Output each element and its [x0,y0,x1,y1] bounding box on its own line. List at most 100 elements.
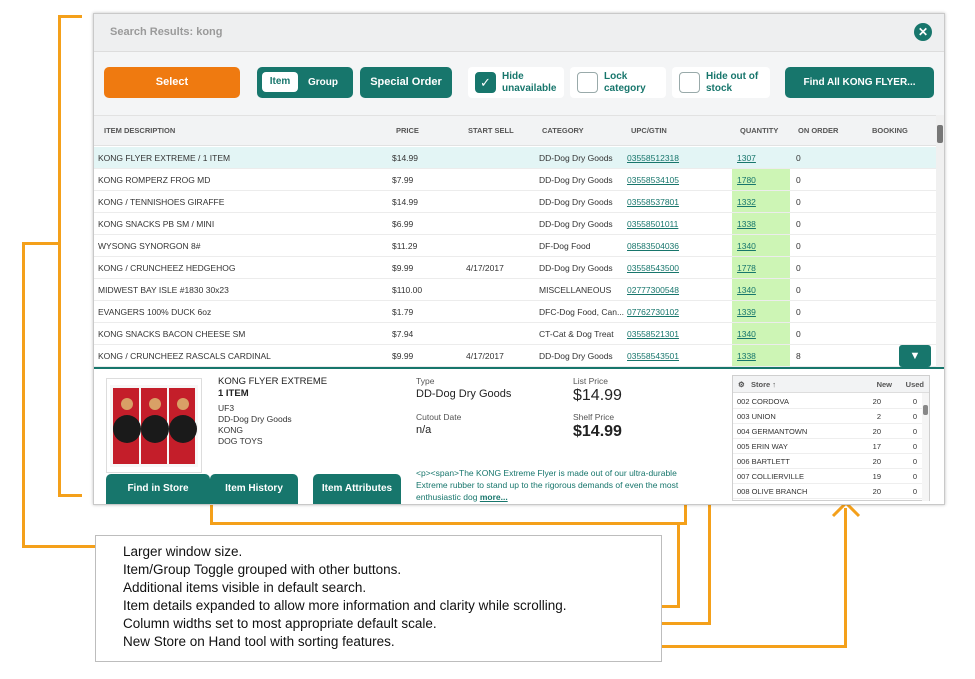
lock-category-checkbox[interactable] [577,72,598,93]
table-row[interactable]: KONG ROMPERZ FROG MD $7.99 DD-Dog Dry Good… [94,169,936,191]
upc-link[interactable]: 07762730102 [627,307,717,317]
on-order-value: 0 [796,307,801,317]
store-used-count: 0 [912,457,917,466]
table-row[interactable]: EVANGERS 100% DUCK 6oz $1.79 DFC-Dog Food,… [94,301,936,323]
col-header-price[interactable]: PRICE [396,126,419,135]
table-row[interactable]: KONG SNACKS PB SM / MINI $6.99 DD-Dog Dry … [94,213,936,235]
col-header-description[interactable]: ITEM DESCRIPTION [104,126,175,135]
toggle-item[interactable]: Item [262,72,298,92]
scrollbar-thumb[interactable] [923,405,928,415]
store-row[interactable]: 008 OLIVE BRANCH 20 0 [733,484,923,499]
lock-category-label: Lock category [604,71,646,94]
item-price: $9.99 [392,263,414,273]
store-row[interactable]: 004 GERMANTOWN 20 0 [733,424,923,439]
upc-link[interactable]: 03558501011 [627,219,717,229]
table-row[interactable]: KONG / CRUNCHEEZ RASCALS CARDINAL $9.99 4/… [94,345,936,367]
lock-category-option[interactable]: Lock category [570,67,666,98]
table-row[interactable]: KONG / CRUNCHEEZ HEDGEHOG $9.99 4/17/2017 D… [94,257,936,279]
item-category: CT-Cat & Dog Treat [539,329,614,339]
scroll-down-icon[interactable]: ▼ [899,345,931,367]
product-quantity: 1 ITEM [218,388,249,399]
col-header-on-order[interactable]: ON ORDER [798,126,838,135]
quantity-link[interactable]: 1780 [737,175,787,185]
store-row[interactable]: 007 COLLIERVILLE 19 0 [733,469,923,484]
hide-out-of-stock-option[interactable]: Hide out of stock [672,67,770,98]
on-order-value: 0 [796,219,801,229]
upc-link[interactable]: 03558512318 [627,153,717,163]
store-sort-header[interactable]: Store ↑ [751,380,776,389]
used-sort-header[interactable]: Used [906,380,924,389]
quantity-link[interactable]: 1338 [737,219,787,229]
table-row[interactable]: KONG / TENNISHOES GIRAFFE $14.99 DD-Dog Dr… [94,191,936,213]
quantity-link[interactable]: 1339 [737,307,787,317]
store-row[interactable]: 002 CORDOVA 20 0 [733,394,923,409]
upc-link[interactable]: 03558534105 [627,175,717,185]
quantity-link[interactable]: 1340 [737,329,787,339]
find-in-store-button[interactable]: Find in Store [106,474,210,504]
store-name: 006 BARTLETT [737,457,790,466]
search-results-window: Search Results: kong ✕ Select Item Group… [93,13,945,505]
on-order-value: 0 [796,241,801,251]
shelf-price-value: $14.99 [573,423,622,440]
upc-link[interactable]: 03558543501 [627,351,717,361]
item-category: DF-Dog Food [539,241,591,251]
on-order-value: 0 [796,153,801,163]
item-history-button[interactable]: Item History [210,474,298,504]
col-header-category[interactable]: CATEGORY [542,126,584,135]
on-order-value: 0 [796,285,801,295]
store-new-count: 19 [872,472,881,481]
upc-link[interactable]: 02777300548 [627,285,717,295]
store-used-count: 0 [912,472,917,481]
quantity-link[interactable]: 1778 [737,263,787,273]
special-order-button[interactable]: Special Order [360,67,452,98]
settings-icon[interactable]: ⚙ [738,380,745,389]
toolbar: Select Item Group Special Order ✓ Hide u… [94,53,944,115]
store-name: 003 UNION [737,412,776,421]
table-row[interactable]: WYSONG SYNORGON 8# $11.29 DF-Dog Food 08583… [94,235,936,257]
quantity-link[interactable]: 1340 [737,285,787,295]
hide-out-of-stock-checkbox[interactable] [679,72,700,93]
store-scrollbar[interactable] [922,393,929,501]
store-on-hand-panel: ⚙ Store ↑ New Used 002 CORDOVA 20 0 003 UNI… [732,375,930,501]
store-table-header: ⚙ Store ↑ New Used [733,376,929,393]
upc-link[interactable]: 03558537801 [627,197,717,207]
annotation-line [58,15,82,18]
new-sort-header[interactable]: New [877,380,892,389]
find-all-button[interactable]: Find All KONG FLYER... [785,67,934,98]
hide-unavailable-option[interactable]: ✓ Hide unavailable [468,67,564,98]
store-row[interactable]: 006 BARTLETT 20 0 [733,454,923,469]
toggle-group[interactable]: Group [308,67,338,98]
quantity-link[interactable]: 1340 [737,241,787,251]
table-row[interactable]: MIDWEST BAY ISLE #1830 30x23 $110.00 MISCE… [94,279,936,301]
item-group-toggle[interactable]: Item Group [257,67,353,98]
quantity-link[interactable]: 1307 [737,153,787,163]
upc-link[interactable]: 08583504036 [627,241,717,251]
item-attributes-button[interactable]: Item Attributes [313,474,401,504]
store-row[interactable]: 005 ERIN WAY 17 0 [733,439,923,454]
select-button[interactable]: Select [104,67,240,98]
item-price: $9.99 [392,351,414,361]
store-row[interactable]: 003 UNION 2 0 [733,409,923,424]
upc-link[interactable]: 03558521301 [627,329,717,339]
upc-link[interactable]: 03558543500 [627,263,717,273]
col-header-start-sell[interactable]: START SELL [468,126,514,135]
quantity-link[interactable]: 1338 [737,351,787,361]
on-order-value: 8 [796,351,801,361]
table-row[interactable]: KONG SNACKS BACON CHEESE SM $7.94 CT-Cat &… [94,323,936,345]
type-label: Type [416,376,435,386]
col-header-quantity[interactable]: QUANTITY [740,126,778,135]
store-name: 004 GERMANTOWN [737,427,808,436]
grid-scrollbar[interactable] [936,115,944,367]
close-icon[interactable]: ✕ [914,23,932,41]
note-line: New Store on Hand tool with sorting feat… [123,634,395,649]
store-new-count: 20 [872,427,881,436]
checkmark-icon[interactable]: ✓ [475,72,496,93]
item-description: KONG FLYER EXTREME / 1 ITEM [98,153,231,163]
item-category: DD-Dog Dry Goods [539,351,613,361]
col-header-booking[interactable]: BOOKING [872,126,908,135]
col-header-upc[interactable]: UPC/GTIN [631,126,667,135]
scrollbar-thumb[interactable] [937,125,943,143]
more-link[interactable]: more... [480,492,508,502]
table-row[interactable]: KONG FLYER EXTREME / 1 ITEM $14.99 DD-Dog … [94,147,936,169]
quantity-link[interactable]: 1332 [737,197,787,207]
